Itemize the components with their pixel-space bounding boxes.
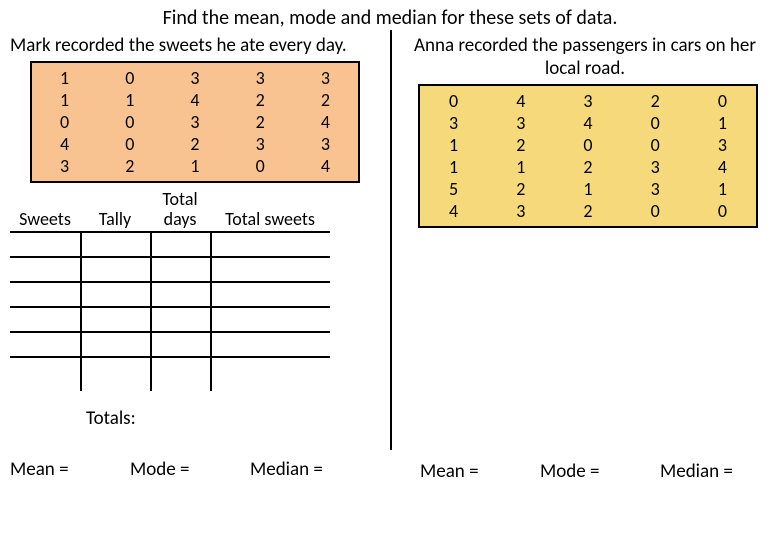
cell: 1 (97, 89, 162, 111)
cell: 3 (487, 112, 554, 134)
hline (10, 356, 330, 358)
cell: 0 (97, 133, 162, 155)
cell: 3 (622, 156, 689, 178)
cell: 1 (32, 89, 97, 111)
cell: 0 (228, 155, 293, 177)
cell: 1 (420, 156, 487, 178)
th-days: Total days (150, 189, 210, 229)
cell: 3 (554, 90, 621, 112)
cell: 0 (32, 111, 97, 133)
right-answers: Mean = Mode = Median = (420, 460, 780, 483)
cell: 0 (622, 200, 689, 222)
cell: 3 (487, 200, 554, 222)
cell: 1 (420, 134, 487, 156)
hline (10, 331, 330, 333)
mode-label: Mode = (540, 460, 660, 483)
page-title: Find the mean, mode and median for these… (0, 0, 780, 34)
cell: 2 (622, 90, 689, 112)
cell: 3 (162, 111, 227, 133)
cell: 1 (487, 156, 554, 178)
anna-data-grid: 04320 33401 12003 11234 52131 43200 (418, 84, 758, 228)
mean-label: Mean = (420, 460, 540, 483)
cell: 5 (420, 178, 487, 200)
cell: 1 (32, 67, 97, 89)
cell: 2 (487, 134, 554, 156)
left-answers: Mean = Mode = Median = (10, 458, 370, 481)
cell: 0 (554, 134, 621, 156)
cell: 0 (97, 111, 162, 133)
column-divider (390, 30, 392, 450)
th-sweets: Sweets (10, 209, 80, 229)
right-subtitle: Anna recorded the passengers in cars on … (400, 34, 770, 80)
tally-table: Sweets Tally Total days Total sweets (10, 189, 350, 381)
cell: 3 (293, 67, 358, 89)
cell: 4 (32, 133, 97, 155)
cell: 3 (689, 134, 756, 156)
right-column: Anna recorded the passengers in cars on … (390, 34, 780, 481)
cell: 2 (228, 89, 293, 111)
left-subtitle: Mark recorded the sweets he ate every da… (10, 34, 380, 57)
cell: 1 (554, 178, 621, 200)
th-total: Total sweets (210, 209, 330, 229)
th-tally: Tally (80, 209, 150, 229)
cell: 3 (293, 133, 358, 155)
vline (80, 231, 82, 391)
cell: 0 (622, 112, 689, 134)
hline (10, 231, 330, 233)
mean-label: Mean = (10, 458, 130, 481)
cell: 4 (293, 155, 358, 177)
cell: 3 (228, 133, 293, 155)
cell: 0 (689, 90, 756, 112)
mark-data-grid: 10333 11422 00324 40233 32104 (30, 61, 360, 183)
cell: 3 (32, 155, 97, 177)
hline (10, 256, 330, 258)
cell: 0 (689, 200, 756, 222)
cell: 1 (162, 155, 227, 177)
cell: 2 (554, 200, 621, 222)
mode-label: Mode = (130, 458, 250, 481)
cell: 0 (420, 90, 487, 112)
median-label: Median = (660, 460, 780, 483)
cell: 0 (622, 134, 689, 156)
cell: 1 (689, 112, 756, 134)
cell: 2 (487, 178, 554, 200)
cell: 4 (420, 200, 487, 222)
cell: 4 (162, 89, 227, 111)
median-label: Median = (250, 458, 370, 481)
cell: 2 (228, 111, 293, 133)
cell: 4 (554, 112, 621, 134)
cell: 3 (420, 112, 487, 134)
totals-label: Totals: (86, 407, 380, 430)
left-column: Mark recorded the sweets he ate every da… (0, 34, 390, 481)
hline (10, 281, 330, 283)
cell: 2 (162, 133, 227, 155)
cell: 0 (97, 67, 162, 89)
cell: 4 (293, 111, 358, 133)
cell: 4 (689, 156, 756, 178)
vline (150, 231, 152, 391)
vline (210, 231, 212, 391)
cell: 3 (162, 67, 227, 89)
cell: 1 (689, 178, 756, 200)
cell: 2 (293, 89, 358, 111)
cell: 2 (97, 155, 162, 177)
cell: 2 (554, 156, 621, 178)
hline (10, 306, 330, 308)
cell: 3 (228, 67, 293, 89)
cell: 4 (487, 90, 554, 112)
cell: 3 (622, 178, 689, 200)
